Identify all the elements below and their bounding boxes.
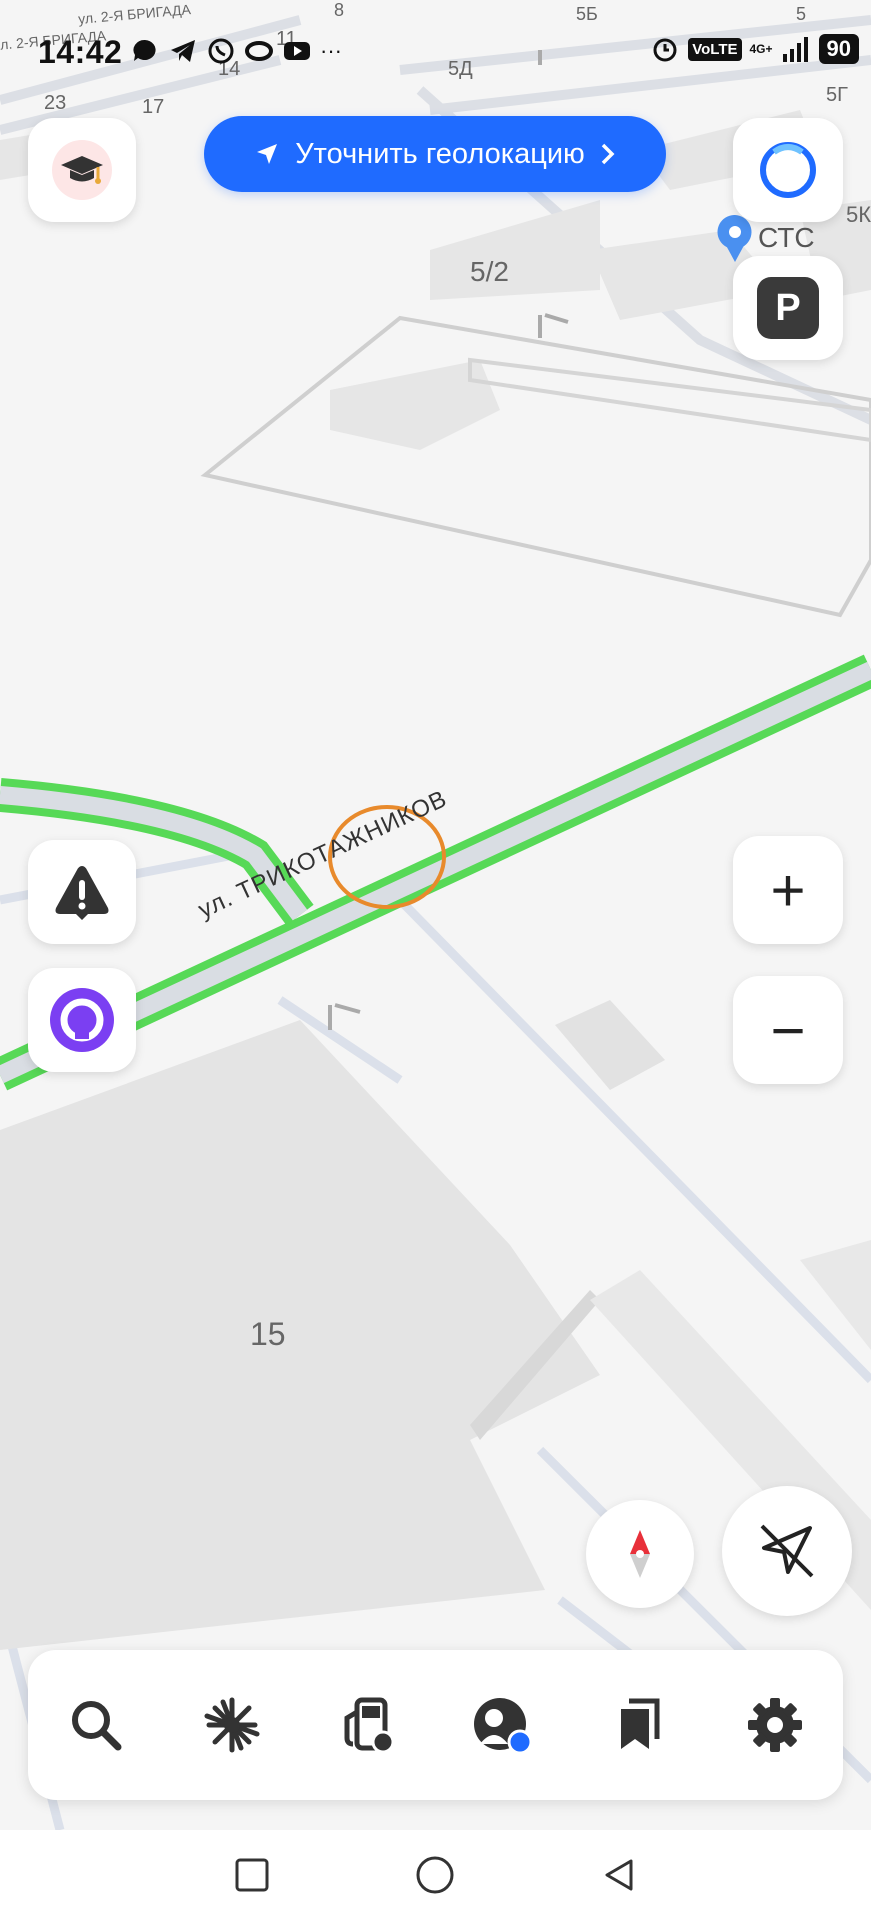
message-icon xyxy=(133,39,156,61)
zoom-in-button[interactable]: + xyxy=(733,836,843,944)
alice-ring-icon xyxy=(760,142,816,198)
tab-settings[interactable] xyxy=(730,1680,820,1770)
refine-location-button[interactable]: Уточнить геолокацию xyxy=(204,116,666,192)
compass-icon xyxy=(630,1530,650,1578)
tab-bookmarks[interactable] xyxy=(594,1680,684,1770)
navigation-arrow-icon xyxy=(257,144,278,164)
triangle-back-icon xyxy=(605,1859,633,1891)
status-time: 14:42 xyxy=(38,34,123,70)
whatsapp-icon xyxy=(208,38,234,64)
sparkle-icon xyxy=(204,1697,260,1753)
home-button[interactable] xyxy=(405,1845,465,1905)
youtube-icon xyxy=(284,42,310,60)
zoom-out-button[interactable]: − xyxy=(733,976,843,1084)
parking-button[interactable]: P xyxy=(733,256,843,360)
warning-icon xyxy=(55,866,109,920)
notification-icons: ··· xyxy=(130,36,342,66)
more-dots-icon: ··· xyxy=(320,38,342,63)
tab-search[interactable] xyxy=(51,1680,141,1770)
tab-discover[interactable] xyxy=(187,1680,277,1770)
tab-refuel[interactable] xyxy=(323,1680,413,1770)
signal-icon xyxy=(782,37,808,62)
building-label: 17 xyxy=(142,96,165,118)
alarm-icon xyxy=(653,38,677,62)
bottom-tab-bar xyxy=(28,1650,843,1800)
parking-icon: P xyxy=(757,277,819,339)
building-label: 5К xyxy=(846,202,871,227)
recents-button[interactable] xyxy=(222,1845,282,1905)
compass-button[interactable] xyxy=(586,1500,694,1608)
report-incident-button[interactable] xyxy=(28,840,136,944)
tab-profile[interactable] xyxy=(458,1680,548,1770)
network-type: 4G+ xyxy=(749,42,773,56)
building-label: 5Г xyxy=(826,84,848,106)
building-label: 8 xyxy=(334,0,345,20)
volte-badge: VoLTE xyxy=(688,37,742,61)
fuel-icon xyxy=(344,1697,395,1754)
location-off-icon xyxy=(760,1524,814,1578)
building-label: 5Б xyxy=(576,4,598,24)
status-right: VoLTE 4G+ 90 xyxy=(650,34,859,64)
graduation-cap-icon xyxy=(52,140,112,200)
chevron-right-icon xyxy=(601,143,615,165)
building-label: 23 xyxy=(44,92,67,114)
ring-icon xyxy=(245,41,273,61)
alice-app-button[interactable] xyxy=(733,118,843,222)
building-label: 15 xyxy=(250,1316,286,1352)
alice-assistant-button[interactable] xyxy=(28,968,136,1072)
learning-button[interactable] xyxy=(28,118,136,222)
gear-icon xyxy=(748,1698,803,1752)
circle-icon xyxy=(416,1856,454,1894)
back-button[interactable] xyxy=(589,1845,649,1905)
battery-indicator: 90 xyxy=(818,34,859,64)
telegram-icon xyxy=(171,40,195,62)
refine-location-label: Уточнить геолокацию xyxy=(295,137,585,170)
poi-label[interactable]: СТС xyxy=(758,222,815,254)
search-icon xyxy=(71,1701,122,1751)
profile-icon xyxy=(474,1698,533,1755)
status-bar: 14:42 ··· VoLTE 4G+ 90 xyxy=(0,28,871,76)
my-location-button[interactable] xyxy=(722,1486,852,1616)
building-label: 5 xyxy=(796,4,807,24)
square-icon xyxy=(235,1858,269,1892)
alice-icon xyxy=(50,988,114,1052)
bookmarks-icon xyxy=(621,1698,660,1749)
system-nav-bar xyxy=(0,1830,871,1920)
building-label: 5/2 xyxy=(470,256,509,287)
